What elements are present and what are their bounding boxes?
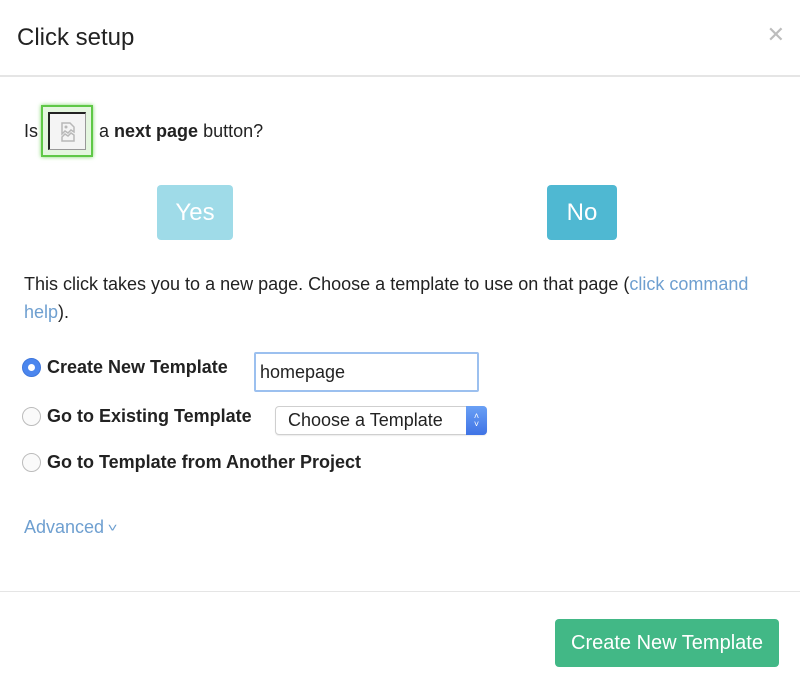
advanced-toggle[interactable]: Advanced ˅ [24, 517, 118, 538]
question-prefix: Is [24, 120, 39, 141]
template-select[interactable]: Choose a Template ˄ ˅ [275, 405, 487, 435]
yes-button[interactable]: Yes [157, 185, 233, 240]
radio-create-new-template[interactable] [22, 358, 41, 377]
radio-go-to-template-from-another-project[interactable] [22, 453, 41, 472]
question-middle: a [99, 120, 110, 141]
broken-image-icon [48, 112, 87, 150]
option-go-to-template-from-another-project[interactable]: Go to Template from Another Project [22, 452, 361, 473]
description-suffix: ). [58, 302, 70, 322]
option-label: Go to Existing Template [47, 406, 252, 426]
question: Is a next page button? [24, 105, 263, 157]
dialog-title: Click setup [17, 24, 135, 51]
template-name-input[interactable] [254, 352, 479, 392]
dialog-header: Click setup ✕ [0, 0, 800, 77]
description: This click takes you to a new page. Choo… [24, 270, 784, 326]
option-create-new-template[interactable]: Create New Template [22, 357, 228, 378]
advanced-label: Advanced [24, 517, 105, 537]
question-emphasis: next page [114, 120, 199, 141]
description-text: This click takes you to a new page. Choo… [24, 274, 630, 294]
create-new-template-button[interactable]: Create New Template [555, 619, 779, 667]
question-suffix: button? [203, 120, 264, 141]
element-thumbnail [41, 105, 94, 157]
chevron-down-icon: ˅ [107, 520, 118, 535]
close-icon[interactable]: ✕ [767, 24, 785, 46]
option-go-to-existing-template[interactable]: Go to Existing Template [22, 406, 252, 427]
no-button[interactable]: No [547, 185, 617, 240]
template-select-value: Choose a Template [288, 410, 443, 430]
select-arrows-icon: ˄ ˅ [466, 405, 487, 435]
radio-go-to-existing-template[interactable] [22, 407, 41, 426]
option-label: Create New Template [47, 357, 228, 377]
option-label: Go to Template from Another Project [47, 452, 362, 472]
